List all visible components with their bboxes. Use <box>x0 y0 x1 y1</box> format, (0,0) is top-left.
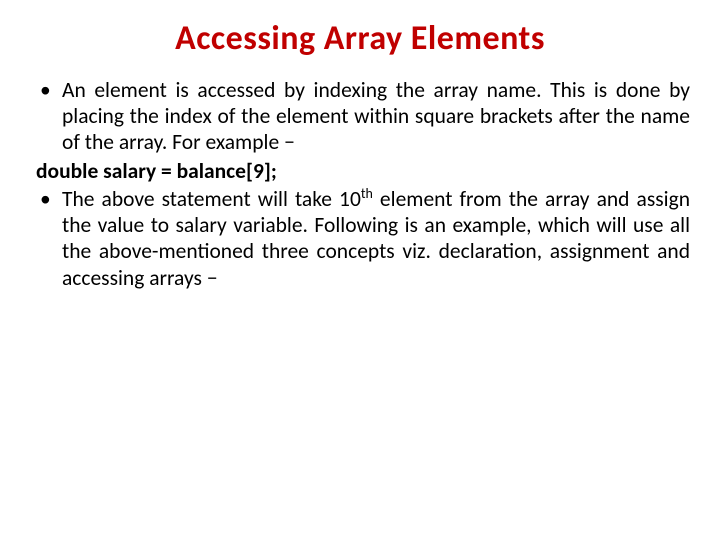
slide-body: • An element is accessed by indexing the… <box>30 77 690 291</box>
bullet-text: An element is accessed by indexing the a… <box>62 77 690 156</box>
bullet-mark-icon: • <box>40 186 62 291</box>
bullet-item: • The above statement will take 10th ele… <box>30 186 690 291</box>
bullet-item: • An element is accessed by indexing the… <box>30 77 690 156</box>
ordinal-superscript: th <box>361 185 373 202</box>
bullet-text-pre: The above statement will take 10 <box>62 186 361 212</box>
bullet-mark-icon: • <box>40 77 62 156</box>
slide: Accessing Array Elements • An element is… <box>0 0 720 540</box>
slide-title: Accessing Array Elements <box>30 18 690 59</box>
bullet-text: The above statement will take 10th eleme… <box>62 186 690 291</box>
code-line: double salary = balance[9]; <box>36 158 690 184</box>
